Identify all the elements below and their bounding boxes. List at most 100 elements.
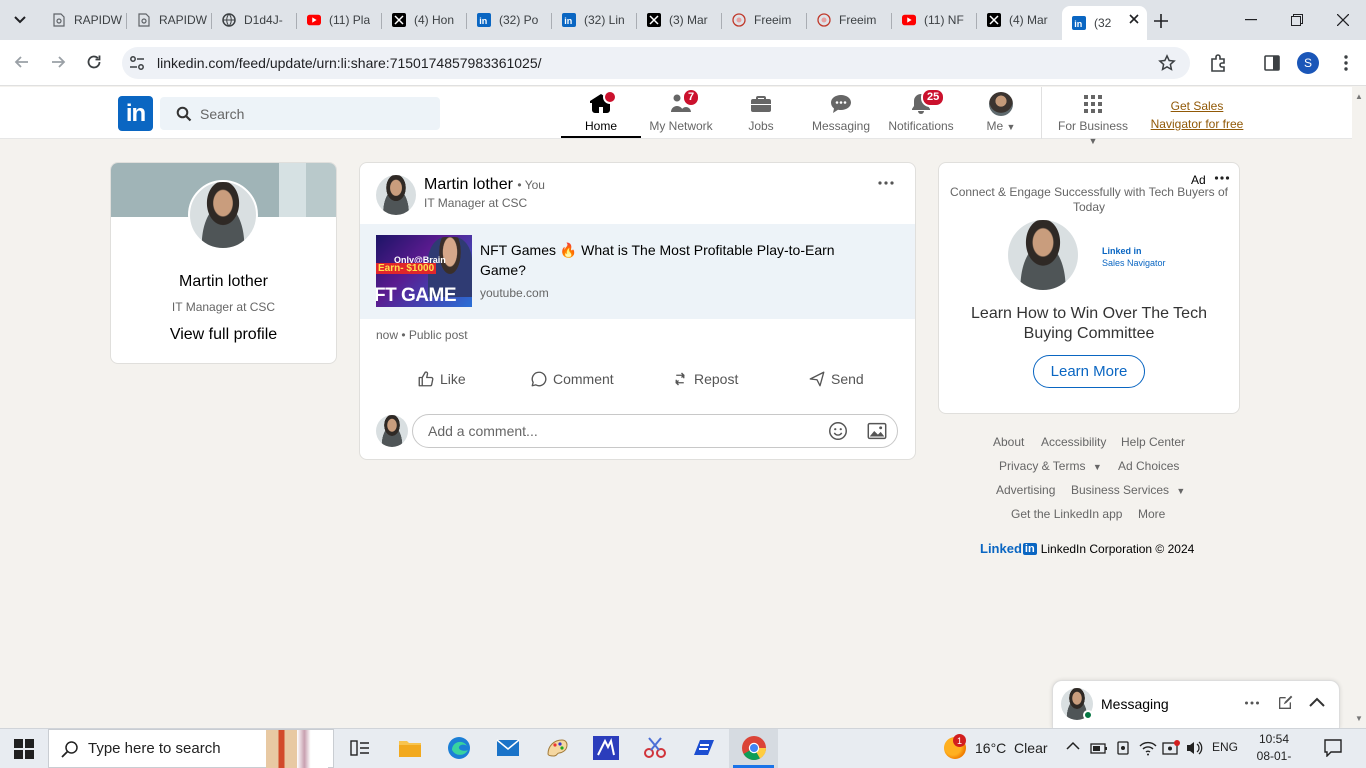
link-title[interactable]: NFT Games 🔥 What is The Most Profitable …	[480, 240, 860, 280]
footer-more[interactable]: More	[1138, 507, 1165, 521]
side-panel-icon[interactable]	[1262, 53, 1282, 73]
compose-icon[interactable]	[1277, 695, 1293, 711]
new-tab-button[interactable]	[1148, 8, 1174, 34]
scroll-up-arrow[interactable]: ▲	[1355, 92, 1363, 101]
taskbar-search-input[interactable]: Type here to search	[88, 740, 221, 757]
nav-me[interactable]: Me ▼	[961, 92, 1041, 138]
footer-privacy-terms[interactable]: Privacy & Terms ▼	[999, 459, 1102, 473]
browser-tab[interactable]: Freeim	[722, 6, 807, 34]
sales-navigator-link[interactable]: Get Sales Navigator for free	[1146, 97, 1248, 133]
footer-ad-choices[interactable]: Ad Choices	[1118, 459, 1179, 473]
taskbar-app-blue-icon[interactable]	[592, 734, 620, 762]
nav-jobs[interactable]: Jobs	[721, 92, 801, 138]
browser-tab[interactable]: in (32	[1062, 6, 1147, 40]
edge-browser-icon[interactable]	[445, 734, 473, 762]
nav-messaging[interactable]: Messaging	[801, 92, 881, 138]
chrome-icon[interactable]	[740, 734, 768, 762]
comment-button[interactable]: Comment	[530, 368, 614, 390]
wifi-icon[interactable]	[1139, 740, 1157, 756]
profile-photo[interactable]	[188, 180, 258, 250]
tray-chevron-up-icon[interactable]	[1066, 741, 1080, 751]
chevron-up-icon[interactable]	[1309, 697, 1325, 707]
repost-button[interactable]: Repost	[671, 368, 738, 390]
taskbar-app-remote-icon[interactable]	[690, 734, 718, 762]
close-window-button[interactable]	[1320, 0, 1366, 40]
browser-tab[interactable]: Freeim	[807, 6, 892, 34]
footer-brand-in-box: in	[1022, 542, 1037, 555]
browser-tab[interactable]: RAPIDW	[42, 6, 127, 34]
footer-about[interactable]: About	[993, 435, 1024, 449]
ad-brand-logo: Linked in	[1102, 246, 1142, 256]
file-explorer-icon[interactable]	[396, 734, 424, 762]
browser-tab[interactable]: (4) Mar	[977, 6, 1062, 34]
browser-tab[interactable]: RAPIDW	[127, 6, 212, 34]
notification-center-icon[interactable]	[1324, 739, 1342, 757]
learn-more-button[interactable]: Learn More	[1033, 355, 1145, 388]
back-button[interactable]	[12, 52, 32, 72]
minimize-button[interactable]	[1228, 0, 1274, 40]
close-tab-icon[interactable]	[1129, 14, 1139, 24]
browser-tab[interactable]: (11) NF	[892, 6, 977, 34]
reload-button[interactable]	[84, 52, 104, 72]
emoji-icon[interactable]	[827, 420, 849, 442]
browser-tab[interactable]: (11) Pla	[297, 6, 382, 34]
messaging-dock[interactable]	[1052, 680, 1340, 728]
view-profile-link[interactable]: View full profile	[110, 326, 337, 344]
link-thumbnail[interactable]: Only@Brain Earn- $1000 FT GAME	[376, 235, 472, 307]
footer-accessibility[interactable]: Accessibility	[1041, 435, 1106, 449]
tab-title: RAPIDW	[74, 13, 122, 27]
nav-my-network[interactable]: 7 My Network	[641, 88, 721, 138]
restore-button[interactable]	[1274, 0, 1320, 40]
nav-notifications[interactable]: 25 Notifications	[881, 88, 961, 138]
menu-icon[interactable]	[1336, 53, 1356, 73]
send-button[interactable]: Send	[808, 368, 864, 390]
linkedin-logo[interactable]: in	[118, 96, 153, 131]
volume-icon[interactable]	[1186, 740, 1204, 756]
footer-advertising[interactable]: Advertising	[996, 483, 1055, 497]
paint-app-icon[interactable]	[543, 734, 571, 762]
nav-for-business[interactable]: For Business ▼	[1052, 92, 1134, 146]
search-input[interactable]: Search	[200, 106, 244, 122]
language-indicator[interactable]: ENG	[1212, 740, 1238, 754]
nav-home[interactable]: Home	[561, 90, 641, 138]
site-info-icon[interactable]	[128, 54, 146, 72]
footer-get-app[interactable]: Get the LinkedIn app	[1011, 507, 1122, 521]
clock[interactable]: 10:54 08-01-2024	[1244, 731, 1304, 768]
network-badge: 7	[682, 88, 701, 107]
browser-tab[interactable]: D1d4J-	[212, 6, 297, 34]
footer-help-center[interactable]: Help Center	[1121, 435, 1185, 449]
footer-business-services[interactable]: Business Services ▼	[1071, 483, 1185, 497]
bookmark-star-icon[interactable]	[1158, 54, 1176, 72]
messaging-label[interactable]: Messaging	[1101, 696, 1169, 712]
windows-start-icon[interactable]	[14, 739, 34, 759]
url-text[interactable]: linkedin.com/feed/update/urn:li:share:71…	[157, 55, 542, 71]
messaging-more-icon[interactable]	[1244, 699, 1260, 707]
image-icon[interactable]	[866, 420, 888, 442]
forward-button[interactable]	[48, 52, 68, 72]
extensions-icon[interactable]	[1208, 53, 1228, 73]
task-view-icon[interactable]	[346, 734, 374, 762]
ad-more-icon[interactable]	[1214, 174, 1230, 182]
profile-name[interactable]: Martin lother	[110, 273, 337, 291]
scroll-down-arrow[interactable]: ▼	[1355, 714, 1363, 723]
weather-text[interactable]: 16°C Clear	[975, 740, 1048, 756]
tab-search-button[interactable]	[8, 8, 32, 32]
meet-now-icon[interactable]	[1115, 740, 1131, 756]
mail-icon[interactable]	[494, 734, 522, 762]
like-button[interactable]: Like	[417, 368, 466, 390]
battery-plug-icon[interactable]	[1090, 740, 1108, 756]
browser-tab[interactable]: in (32) Lin	[552, 6, 637, 34]
profile-headline: IT Manager at CSC	[171, 300, 276, 314]
browser-tab[interactable]: in (32) Po	[467, 6, 552, 34]
page-scrollbar[interactable]	[1352, 87, 1366, 728]
mobile-hotspot-icon[interactable]	[1162, 740, 1180, 756]
snipping-tool-icon[interactable]	[641, 734, 669, 762]
post-author[interactable]: Martin lother	[424, 176, 513, 193]
browser-tab[interactable]: (4) Hon	[382, 6, 467, 34]
author-avatar[interactable]	[376, 175, 416, 215]
nav-label: Jobs	[748, 119, 774, 133]
browser-tab[interactable]: (3) Mar	[637, 6, 722, 34]
profile-avatar[interactable]: S	[1297, 52, 1319, 74]
svg-text:in: in	[564, 16, 572, 26]
post-more-icon[interactable]	[877, 178, 895, 188]
